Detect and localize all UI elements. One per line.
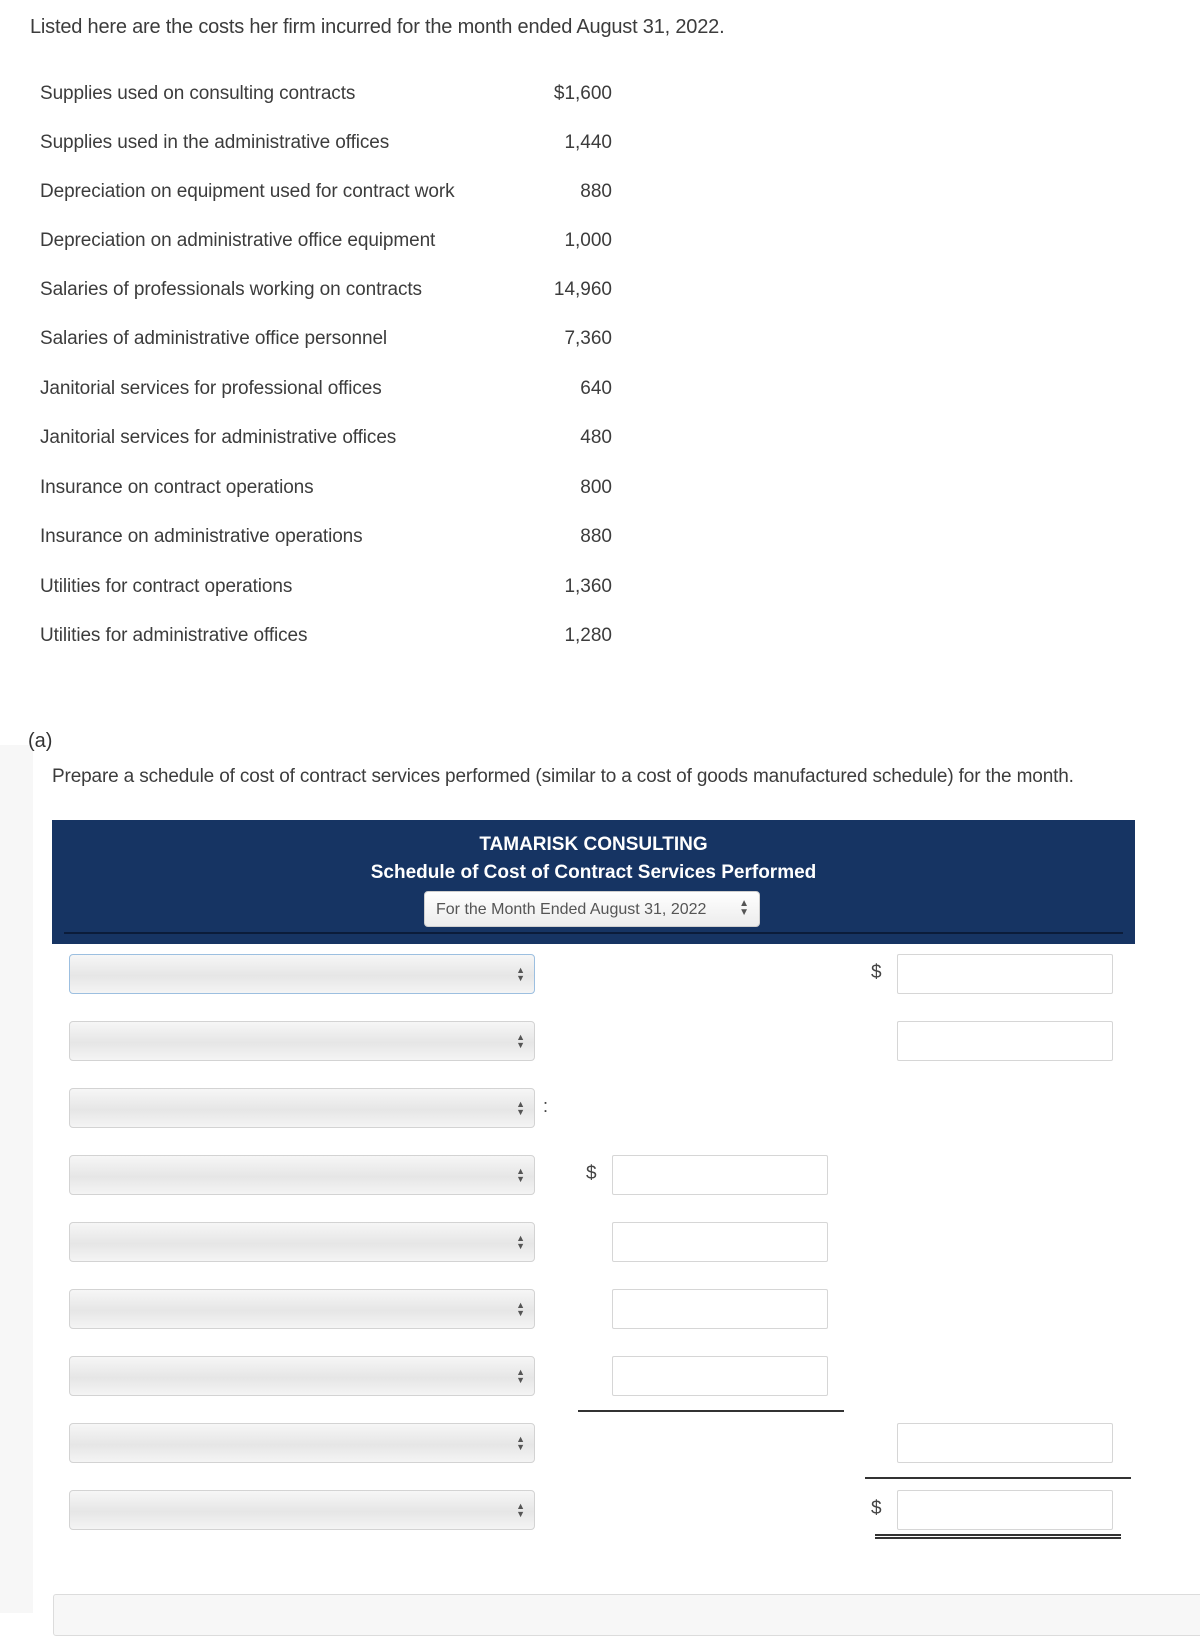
cost-label: Janitorial services for administrative o… <box>40 427 397 448</box>
total-rule <box>865 1477 1131 1479</box>
account-select-6[interactable]: ▲ ▼ <box>69 1289 535 1329</box>
cost-amount: 14,960 <box>553 279 612 300</box>
amount-input-mid-4[interactable] <box>612 1155 828 1195</box>
grand-total-double-rule <box>875 1534 1121 1539</box>
cost-amount: 800 <box>580 477 612 498</box>
cost-amount: 640 <box>580 378 612 399</box>
dollar-sign: $ <box>586 1163 597 1184</box>
account-select-9[interactable]: ▲ ▼ <box>69 1490 535 1530</box>
amount-input-mid-5[interactable] <box>612 1222 828 1262</box>
cost-row: Salaries of administrative office person… <box>40 328 612 358</box>
select-arrows-icon: ▲ ▼ <box>516 1300 525 1318</box>
cost-amount: 880 <box>580 526 612 547</box>
select-arrows-icon: ▲ ▼ <box>516 1367 525 1385</box>
account-select-7[interactable]: ▲ ▼ <box>69 1356 535 1396</box>
cost-label: Depreciation on equipment used for contr… <box>40 181 455 202</box>
account-select-4[interactable]: ▲ ▼ <box>69 1155 535 1195</box>
cost-label: Utilities for contract operations <box>40 576 293 597</box>
select-arrows-icon: ▲ ▼ <box>516 1099 525 1117</box>
amount-input-mid-7[interactable] <box>612 1356 828 1396</box>
period-select[interactable]: For the Month Ended August 31, 2022 ▲ ▼ <box>424 891 760 927</box>
cost-row: Utilities for administrative offices 1,28… <box>40 625 612 655</box>
cost-amount: 480 <box>580 427 612 448</box>
account-select-2[interactable]: ▲ ▼ <box>69 1021 535 1061</box>
dollar-sign: $ <box>871 962 882 983</box>
select-arrows-icon: ▲ ▼ <box>516 1166 525 1184</box>
amount-input-right-9[interactable] <box>897 1490 1113 1530</box>
part-label: (a) <box>28 730 53 752</box>
cost-amount: 1,280 <box>564 625 612 646</box>
cost-row: Insurance on contract operations 800 <box>40 477 612 507</box>
cost-label: Supplies used in the administrative offi… <box>40 132 390 153</box>
account-select-3[interactable]: ▲ ▼ <box>69 1088 535 1128</box>
select-arrows-icon: ▲ ▼ <box>516 965 525 983</box>
account-select-5[interactable]: ▲ ▼ <box>69 1222 535 1262</box>
subtotal-rule <box>578 1410 844 1412</box>
cost-amount: 7,360 <box>564 328 612 349</box>
cost-label: Janitorial services for professional off… <box>40 378 382 399</box>
cost-row: Depreciation on equipment used for contr… <box>40 181 612 211</box>
cost-label: Utilities for administrative offices <box>40 625 308 646</box>
part-instruction: Prepare a schedule of cost of contract s… <box>52 766 1074 787</box>
cost-amount: 1,360 <box>564 576 612 597</box>
schedule-title: Schedule of Cost of Contract Services Pe… <box>370 862 817 883</box>
header-divider <box>64 932 1123 934</box>
select-arrows-icon: ▲ ▼ <box>739 898 749 918</box>
schedule-header: TAMARISK CONSULTING Schedule of Cost of … <box>52 820 1135 944</box>
amount-input-mid-6[interactable] <box>612 1289 828 1329</box>
cost-amount: 880 <box>580 181 612 202</box>
cost-row: Utilities for contract operations 1,360 <box>40 576 612 606</box>
intro-text: Listed here are the costs her firm incur… <box>30 16 725 38</box>
amount-input-right-8[interactable] <box>897 1423 1113 1463</box>
period-select-value: For the Month Ended August 31, 2022 <box>436 901 707 918</box>
next-section-box <box>53 1594 1200 1636</box>
left-gutter <box>0 745 33 1613</box>
cost-row: Salaries of professionals working on con… <box>40 279 612 309</box>
account-select-1[interactable]: ▲ ▼ <box>69 954 535 994</box>
cost-amount: 1,000 <box>564 230 612 251</box>
cost-row: Supplies used in the administrative offi… <box>40 132 612 162</box>
cost-amount: $1,600 <box>553 83 612 104</box>
cost-row: Supplies used on consulting contracts $1,… <box>40 83 612 113</box>
cost-row: Insurance on administrative operations 88… <box>40 526 612 556</box>
cost-amount: 1,440 <box>564 132 612 153</box>
cost-label: Supplies used on consulting contracts <box>40 83 356 104</box>
colon: : <box>543 1096 549 1116</box>
cost-row: Janitorial services for professional off… <box>40 378 612 408</box>
account-select-8[interactable]: ▲ ▼ <box>69 1423 535 1463</box>
cost-row: Depreciation on administrative office eq… <box>40 230 612 260</box>
select-arrows-icon: ▲ ▼ <box>516 1032 525 1050</box>
dollar-sign: $ <box>871 1498 882 1519</box>
select-arrows-icon: ▲ ▼ <box>516 1434 525 1452</box>
cost-label: Salaries of administrative office person… <box>40 328 388 349</box>
cost-label: Salaries of professionals working on con… <box>40 279 422 300</box>
select-arrows-icon: ▲ ▼ <box>516 1501 525 1519</box>
amount-input-right-1[interactable] <box>897 954 1113 994</box>
cost-label: Insurance on contract operations <box>40 477 314 498</box>
cost-row: Janitorial services for administrative o… <box>40 427 612 457</box>
amount-input-right-2[interactable] <box>897 1021 1113 1061</box>
cost-label: Insurance on administrative operations <box>40 526 363 547</box>
company-name: TAMARISK CONSULTING <box>479 834 708 855</box>
select-arrows-icon: ▲ ▼ <box>516 1233 525 1251</box>
cost-label: Depreciation on administrative office eq… <box>40 230 436 251</box>
